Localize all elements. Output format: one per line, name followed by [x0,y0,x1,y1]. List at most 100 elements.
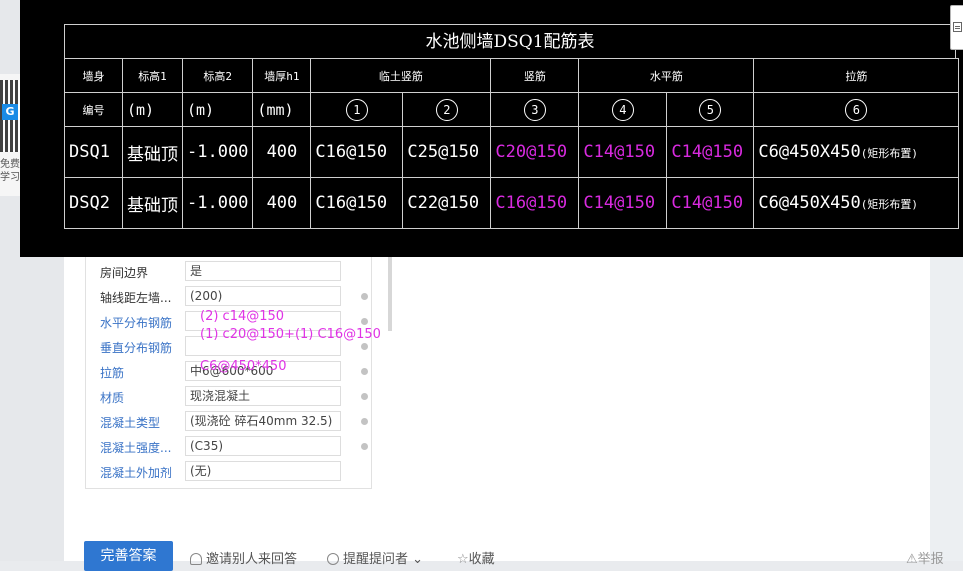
cell-elev1: 基础顶 [122,177,183,229]
remind-asker-label: 提醒提问者 [343,552,409,567]
table-row: DSQ2 基础顶 -1.000 400 C16@150 C22@150 C16@… [64,177,960,229]
remind-asker-link[interactable]: 提醒提问者 ⌄ [327,548,423,567]
cell-wall-id: DSQ2 [64,177,123,229]
header-wall-no: 墙身 [64,58,123,93]
circle-label: 4 [611,98,634,121]
dot-icon [361,418,368,425]
cell-bar-5: C14@150 [666,126,755,178]
header-thickness: 墙厚h1 [252,58,312,93]
cad-table-title: 水池侧墙DSQ1配筋表 [64,24,956,58]
cell-bar-6-value: C6@450X450 [758,142,861,162]
unit-elev2: (m) [181,92,254,127]
form-label-concrete-type: 混凝土类型 [100,416,161,430]
warning-icon: ⚠ [906,552,918,567]
header-elev1: 标高1 [122,58,183,93]
report-link[interactable]: ⚠举报 [906,548,944,567]
form-value-material[interactable]: 现浇混凝土 [185,386,341,406]
promo-text: 免费 学习 [0,158,22,184]
circle-label: 2 [435,98,458,121]
dot-icon [361,343,368,350]
overlay-tie-bar: C6@450*450 [200,359,287,374]
cell-bar-6: C6@450X450(矩形布置) [753,177,960,229]
cell-bar-1: C16@150 [310,126,404,178]
form-scrollbar[interactable] [388,257,392,331]
circle-label: 3 [523,98,546,121]
list-icon [953,22,962,32]
cell-thickness: 400 [252,177,312,229]
app-logo-icon: G [2,104,18,120]
form-value-admixture[interactable]: (无) [185,461,341,481]
dot-icon [361,293,368,300]
form-label-concrete-strength: 混凝土强度... [100,441,172,455]
table-row: DSQ1 基础顶 -1.000 400 C16@150 C25@150 C20@… [64,126,960,178]
circle-cell: 1 [310,92,404,127]
cell-bar-6: C6@450X450(矩形布置) [753,126,960,178]
form-value-axis-offset[interactable]: (200) [185,286,341,306]
header-tie-bar: 拉筋 [753,58,960,93]
unit-thickness: (mm) [252,92,312,127]
cell-bar-2: C22@150 [402,177,492,229]
cell-bar-3: C20@150 [490,126,580,178]
circle-label: 6 [845,98,868,121]
overlay-horizontal-rebar: (2) c14@150 [200,309,285,324]
form-label-tie-bar: 拉筋 [100,366,125,380]
circle-cell: 2 [402,92,492,127]
form-row: 混凝土强度... (C35) [86,435,371,459]
form-value-concrete-type[interactable]: (现浇砼 碎石40mm 32.5) [185,411,341,431]
form-row: 材质 现浇混凝土 [86,385,371,409]
invite-answer-label: 邀请别人来回答 [206,552,298,567]
promo-text-line2: 学习 [0,172,20,183]
cell-thickness: 400 [252,126,312,178]
header-vertical-soil-bar: 临土竖筋 [310,58,492,93]
cell-bar-2: C25@150 [402,126,492,178]
form-label-room-boundary: 房间边界 [100,266,149,280]
user-icon [190,553,202,565]
unit-row: 编号 (m) (m) (mm) 1 2 3 4 5 6 [64,92,960,127]
improve-answer-button[interactable]: 完善答案 [84,541,173,571]
circle-cell: 6 [753,92,960,127]
side-toggle-button[interactable] [950,5,963,50]
unit-elev1: (m) [122,92,183,127]
form-row: 房间边界 是 [86,260,371,284]
cell-elev1: 基础顶 [122,126,183,178]
promo-text-line1: 免费 [0,159,20,170]
cell-bar-6-note: (矩形布置) [860,147,919,160]
circle-cell: 5 [666,92,755,127]
form-label-horizontal-rebar: 水平分布钢筋 [100,316,173,330]
circle-label: 1 [345,98,368,121]
cell-bar-6-value: C6@450X450 [758,193,861,213]
report-label: 举报 [917,552,944,567]
form-label-material: 材质 [100,391,125,405]
cell-bar-3: C16@150 [490,177,580,229]
cell-bar-1: C16@150 [310,177,404,229]
header-wall-no-line2: 编号 [64,92,123,127]
dot-icon [361,318,368,325]
cell-bar-6-note: (矩形布置) [860,198,919,211]
header-horizontal-bar: 水平筋 [578,58,755,93]
star-icon: ☆ [457,552,469,567]
form-value-concrete-strength[interactable]: (C35) [185,436,341,456]
collect-link[interactable]: ☆收藏 [457,548,495,567]
circle-label: 5 [699,98,722,121]
form-row: 轴线距左墙... (200) [86,285,371,309]
collect-label: 收藏 [468,552,495,567]
chevron-down-icon: ⌄ [408,552,424,567]
dot-icon [361,443,368,450]
info-icon [327,553,339,565]
cell-bar-5: C14@150 [666,177,755,229]
circle-cell: 4 [578,92,668,127]
circle-cell: 3 [490,92,580,127]
form-label-admixture: 混凝土外加剂 [100,466,173,480]
cell-bar-4: C14@150 [578,126,668,178]
form-row: 混凝土外加剂 (无) [86,460,371,484]
form-label-axis-offset: 轴线距左墙... [100,291,172,305]
header-elev2: 标高2 [181,58,254,93]
overlay-vertical-rebar: (1) c20@150+(1) C16@150 [200,327,381,342]
cad-rebar-table: 墙身 标高1 标高2 墙厚h1 临土竖筋 竖筋 水平筋 拉筋 编号 (m) (m… [64,58,960,229]
form-value-room-boundary[interactable]: 是 [185,261,341,281]
cell-elev2: -1.000 [181,177,254,229]
invite-answer-link[interactable]: 邀请别人来回答 [190,548,297,567]
dot-icon [361,393,368,400]
header-row: 墙身 标高1 标高2 墙厚h1 临土竖筋 竖筋 水平筋 拉筋 [64,58,960,93]
dot-icon [361,368,368,375]
